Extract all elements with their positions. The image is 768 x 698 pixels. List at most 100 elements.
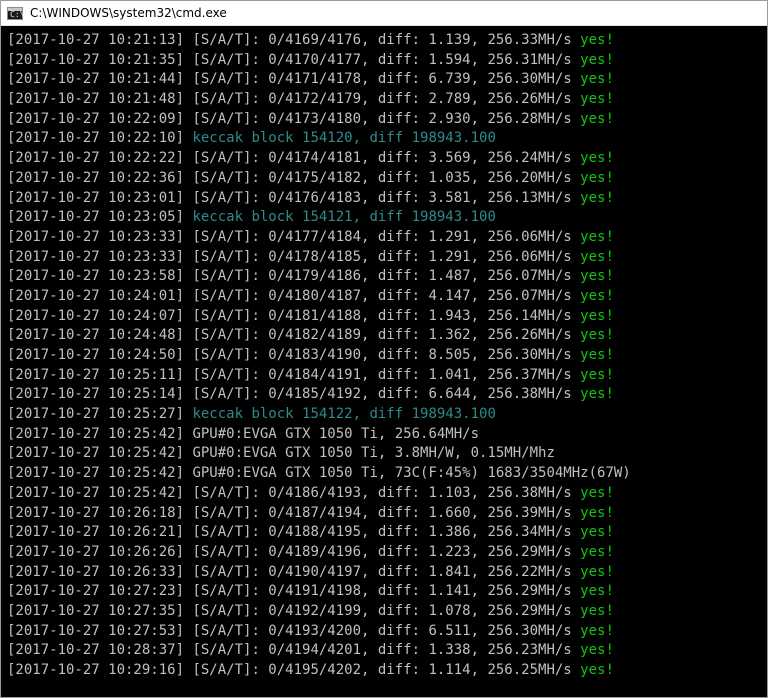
timestamp: [2017-10-27 10:26:21]: [7, 524, 185, 541]
log-message: [S/A/T]: 0/4178/4185, diff: 1.291, 256.0…: [184, 248, 581, 265]
log-message: [S/A/T]: 0/4185/4192, diff: 6.644, 256.3…: [184, 386, 581, 403]
share-accepted: yes!: [580, 524, 614, 541]
console-line: [2017-10-27 10:28:37] [S/A/T]: 0/4194/42…: [7, 641, 767, 661]
block-message: keccak block 154120, diff 198943.100: [184, 130, 496, 147]
log-message: [S/A/T]: 0/4174/4181, diff: 3.569, 256.2…: [184, 150, 581, 167]
console-line: [2017-10-27 10:27:23] [S/A/T]: 0/4191/41…: [7, 582, 767, 602]
window-title: C:\WINDOWS\system32\cmd.exe: [30, 6, 227, 20]
log-message: [S/A/T]: 0/4179/4186, diff: 1.487, 256.0…: [184, 268, 581, 285]
console-line: [2017-10-27 10:25:27] keccak block 15412…: [7, 405, 767, 425]
log-message: [S/A/T]: 0/4188/4195, diff: 1.386, 256.3…: [184, 524, 581, 541]
cmd-window: C:\ C:\WINDOWS\system32\cmd.exe [2017-10…: [0, 0, 768, 698]
block-message: keccak block 154122, diff 198943.100: [184, 406, 496, 423]
log-message: GPU#0:EVGA GTX 1050 Ti, 73C(F:45%) 1683/…: [184, 465, 631, 482]
timestamp: [2017-10-27 10:22:22]: [7, 150, 185, 167]
share-accepted: yes!: [580, 228, 614, 245]
share-accepted: yes!: [580, 110, 614, 127]
console-line: [2017-10-27 10:26:26] [S/A/T]: 0/4189/41…: [7, 543, 767, 563]
share-accepted: yes!: [580, 504, 614, 521]
timestamp: [2017-10-27 10:23:33]: [7, 248, 185, 265]
console-line: [2017-10-27 10:22:09] [S/A/T]: 0/4173/41…: [7, 110, 767, 130]
timestamp: [2017-10-27 10:24:01]: [7, 287, 185, 304]
timestamp: [2017-10-27 10:24:48]: [7, 327, 185, 344]
console-line: [2017-10-27 10:23:01] [S/A/T]: 0/4176/41…: [7, 189, 767, 209]
timestamp: [2017-10-27 10:25:42]: [7, 445, 185, 462]
block-message: keccak block 154121, diff 198943.100: [184, 209, 496, 226]
timestamp: [2017-10-27 10:24:50]: [7, 347, 185, 363]
console-line: [2017-10-27 10:23:58] [S/A/T]: 0/4179/41…: [7, 267, 767, 287]
share-accepted: yes!: [580, 543, 614, 560]
console-line: [2017-10-27 10:25:42] GPU#0:EVGA GTX 105…: [7, 464, 767, 484]
share-accepted: yes!: [580, 602, 614, 619]
console-line: [2017-10-27 10:27:35] [S/A/T]: 0/4192/41…: [7, 602, 767, 622]
console-line: [2017-10-27 10:27:53] [S/A/T]: 0/4193/42…: [7, 622, 767, 642]
cmd-icon[interactable]: C:\: [7, 6, 24, 20]
log-message: [S/A/T]: 0/4170/4177, diff: 1.594, 256.3…: [184, 51, 581, 68]
log-message: [S/A/T]: 0/4190/4197, diff: 1.841, 256.2…: [184, 563, 581, 580]
share-accepted: yes!: [580, 268, 614, 285]
console-line: [2017-10-27 10:24:01] [S/A/T]: 0/4180/41…: [7, 287, 767, 307]
log-message: [S/A/T]: 0/4177/4184, diff: 1.291, 256.0…: [184, 228, 581, 245]
log-message: [S/A/T]: 0/4193/4200, diff: 6.511, 256.3…: [184, 622, 581, 639]
log-message: [S/A/T]: 0/4175/4182, diff: 1.035, 256.2…: [184, 169, 581, 186]
timestamp: [2017-10-27 10:23:05]: [7, 209, 185, 226]
timestamp: [2017-10-27 10:25:42]: [7, 465, 185, 482]
log-message: GPU#0:EVGA GTX 1050 Ti, 256.64MH/s: [184, 425, 480, 442]
timestamp: [2017-10-27 10:23:58]: [7, 268, 185, 285]
log-message: [S/A/T]: 0/4186/4193, diff: 1.103, 256.3…: [184, 484, 581, 501]
console-line: [2017-10-27 10:21:35] [S/A/T]: 0/4170/41…: [7, 51, 767, 71]
log-message: [S/A/T]: 0/4173/4180, diff: 2.930, 256.2…: [184, 110, 581, 127]
timestamp: [2017-10-27 10:22:10]: [7, 130, 185, 147]
timestamp: [2017-10-27 10:27:53]: [7, 622, 185, 639]
share-accepted: yes!: [580, 563, 614, 580]
console-line: [2017-10-27 10:24:48] [S/A/T]: 0/4182/41…: [7, 326, 767, 346]
console-line: [2017-10-27 10:26:21] [S/A/T]: 0/4188/41…: [7, 523, 767, 543]
share-accepted: yes!: [580, 248, 614, 265]
log-message: [S/A/T]: 0/4180/4187, diff: 4.147, 256.0…: [184, 287, 581, 304]
console-line: [2017-10-27 10:21:44] [S/A/T]: 0/4171/41…: [7, 70, 767, 90]
timestamp: [2017-10-27 10:25:42]: [7, 484, 185, 501]
share-accepted: yes!: [580, 366, 614, 383]
share-accepted: yes!: [580, 150, 614, 167]
timestamp: [2017-10-27 10:27:23]: [7, 583, 185, 600]
log-message: [S/A/T]: 0/4172/4179, diff: 2.789, 256.2…: [184, 91, 581, 108]
log-message: [S/A/T]: 0/4192/4199, diff: 1.078, 256.2…: [184, 602, 581, 619]
log-message: [S/A/T]: 0/4183/4190, diff: 8.505, 256.3…: [184, 347, 581, 363]
log-message: [S/A/T]: 0/4169/4176, diff: 1.139, 256.3…: [184, 32, 581, 48]
console-line: [2017-10-27 10:22:36] [S/A/T]: 0/4175/41…: [7, 169, 767, 189]
timestamp: [2017-10-27 10:29:16]: [7, 662, 185, 678]
console-output[interactable]: [2017-10-27 10:21:13] [S/A/T]: 0/4169/41…: [1, 27, 767, 697]
log-message: [S/A/T]: 0/4184/4191, diff: 1.041, 256.3…: [184, 366, 581, 383]
console-line: [2017-10-27 10:29:16] [S/A/T]: 0/4195/42…: [7, 661, 767, 681]
share-accepted: yes!: [580, 287, 614, 304]
console-line: [2017-10-27 10:25:14] [S/A/T]: 0/4185/41…: [7, 385, 767, 405]
console-line: [2017-10-27 10:26:18] [S/A/T]: 0/4187/41…: [7, 504, 767, 524]
share-accepted: yes!: [580, 307, 614, 324]
log-message: GPU#0:EVGA GTX 1050 Ti, 3.8MH/W, 0.15MH/…: [184, 445, 555, 462]
title-bar[interactable]: C:\ C:\WINDOWS\system32\cmd.exe: [1, 1, 767, 26]
log-message: [S/A/T]: 0/4176/4183, diff: 3.581, 256.1…: [184, 189, 581, 206]
log-message: [S/A/T]: 0/4171/4178, diff: 6.739, 256.3…: [184, 71, 581, 88]
share-accepted: yes!: [580, 51, 614, 68]
console-line: [2017-10-27 10:25:42] GPU#0:EVGA GTX 105…: [7, 444, 767, 464]
share-accepted: yes!: [580, 583, 614, 600]
console-line: [2017-10-27 10:26:33] [S/A/T]: 0/4190/41…: [7, 563, 767, 583]
timestamp: [2017-10-27 10:21:44]: [7, 71, 185, 88]
timestamp: [2017-10-27 10:25:14]: [7, 386, 185, 403]
timestamp: [2017-10-27 10:21:13]: [7, 32, 185, 48]
share-accepted: yes!: [580, 32, 614, 48]
console-line: [2017-10-27 10:22:10] keccak block 15412…: [7, 129, 767, 149]
timestamp: [2017-10-27 10:24:07]: [7, 307, 185, 324]
log-message: [S/A/T]: 0/4181/4188, diff: 1.943, 256.1…: [184, 307, 581, 324]
timestamp: [2017-10-27 10:23:33]: [7, 228, 185, 245]
timestamp: [2017-10-27 10:22:36]: [7, 169, 185, 186]
log-message: [S/A/T]: 0/4187/4194, diff: 1.660, 256.3…: [184, 504, 581, 521]
log-message: [S/A/T]: 0/4195/4202, diff: 1.114, 256.2…: [184, 662, 581, 678]
log-message: [S/A/T]: 0/4189/4196, diff: 1.223, 256.2…: [184, 543, 581, 560]
share-accepted: yes!: [580, 347, 614, 363]
timestamp: [2017-10-27 10:27:35]: [7, 602, 185, 619]
share-accepted: yes!: [580, 91, 614, 108]
console-line: [2017-10-27 10:21:13] [S/A/T]: 0/4169/41…: [7, 31, 767, 51]
share-accepted: yes!: [580, 642, 614, 659]
console-line: [2017-10-27 10:25:42] [S/A/T]: 0/4186/41…: [7, 484, 767, 504]
